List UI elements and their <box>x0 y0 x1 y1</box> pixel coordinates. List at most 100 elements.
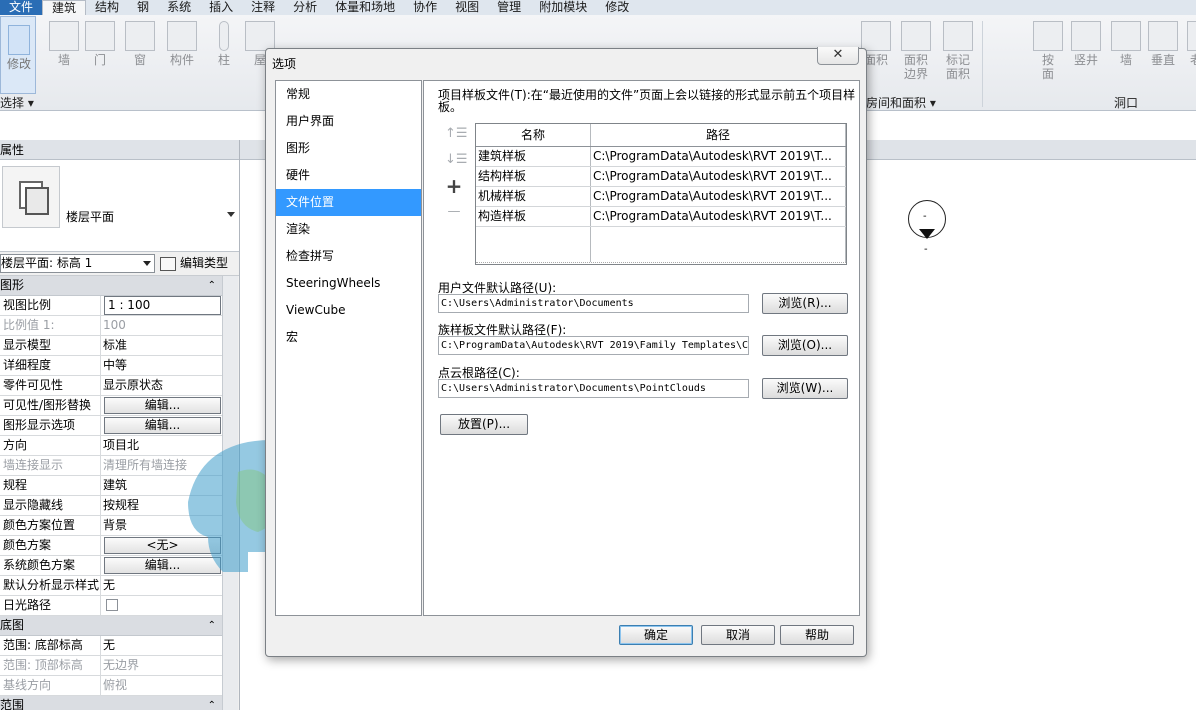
property-row[interactable]: 颜色方案位置 背景 <box>0 516 222 536</box>
property-row[interactable]: 可见性/图形替换 编辑... <box>0 396 222 416</box>
template-row[interactable]: 构造样板 C:\ProgramData\Autodesk\RVT 2019\T..… <box>476 207 846 227</box>
dormer-tool[interactable]: 老 <box>1176 17 1196 67</box>
property-row[interactable]: 范围: 顶部标高 无边界 <box>0 656 222 676</box>
property-name: 默认分析显示样式 <box>0 576 101 595</box>
edit-type-button[interactable]: 编辑类型 <box>160 254 228 273</box>
template-row[interactable]: 结构样板 C:\ProgramData\Autodesk\RVT 2019\T..… <box>476 167 846 187</box>
browse-family-path-button[interactable]: 浏览(O)... <box>762 335 848 356</box>
column-tool[interactable]: 柱 <box>204 17 244 67</box>
menu-structure[interactable]: 结构 <box>86 0 128 15</box>
help-button[interactable]: 帮助 <box>780 625 854 645</box>
close-button[interactable]: ✕ <box>817 47 859 65</box>
window-tool[interactable]: 窗 <box>120 17 160 67</box>
area-boundary-tool[interactable]: 面积 边界 <box>896 17 936 81</box>
modify-tool[interactable]: 修改 <box>0 16 36 94</box>
browse-user-path-button[interactable]: 浏览(R)... <box>762 293 848 314</box>
column-path-header[interactable]: 路径 <box>591 124 846 146</box>
nav-item[interactable]: 宏 <box>276 324 421 351</box>
template-row[interactable]: 建筑样板 C:\ProgramData\Autodesk\RVT 2019\T..… <box>476 147 846 167</box>
column-label: 柱 <box>217 53 230 67</box>
family-template-path-field[interactable]: C:\ProgramData\Autodesk\RVT 2019\Family … <box>438 336 749 355</box>
section-graphics[interactable]: 图形 ⌃ <box>0 276 222 296</box>
property-row[interactable]: 系统颜色方案 编辑... <box>0 556 222 576</box>
menu-manage[interactable]: 管理 <box>488 0 530 15</box>
places-button[interactable]: 放置(P)... <box>440 414 528 435</box>
shaft-tool[interactable]: 竖井 <box>1066 17 1106 67</box>
template-row[interactable]: 机械样板 C:\ProgramData\Autodesk\RVT 2019\T..… <box>476 187 846 207</box>
ok-button[interactable]: 确定 <box>619 625 693 645</box>
instance-selector[interactable]: 楼层平面: 标高 1 <box>0 254 155 273</box>
nav-item[interactable]: 检查拼写 <box>276 243 421 270</box>
property-name: 图形显示选项 <box>0 416 101 435</box>
remove-icon[interactable]: — <box>445 203 463 221</box>
level-marker-icon[interactable] <box>908 200 946 239</box>
browse-cloud-path-button[interactable]: 浏览(W)... <box>762 378 848 399</box>
move-up-icon[interactable]: ↑☰ <box>445 125 468 143</box>
room-area-panel-label[interactable]: 房间和面积 ▾ <box>866 94 936 111</box>
nav-item[interactable]: SteeringWheels <box>276 270 421 297</box>
nav-item[interactable]: 硬件 <box>276 162 421 189</box>
property-input[interactable]: 1 : 100 <box>104 296 221 315</box>
menu-systems[interactable]: 系统 <box>158 0 200 15</box>
property-row[interactable]: 方向 项目北 <box>0 436 222 456</box>
property-row[interactable]: 视图比例 1 : 100 <box>0 296 222 316</box>
cancel-button[interactable]: 取消 <box>701 625 775 645</box>
nav-item[interactable]: 图形 <box>276 135 421 162</box>
column-name-header[interactable]: 名称 <box>476 124 591 146</box>
property-row[interactable]: 基线方向 俯视 <box>0 676 222 696</box>
property-row[interactable]: 日光路径 <box>0 596 222 616</box>
menu-architecture[interactable]: 建筑 <box>42 0 87 15</box>
nav-item[interactable]: ViewCube <box>276 297 421 324</box>
menu-view[interactable]: 视图 <box>446 0 488 15</box>
menu-massing-site[interactable]: 体量和场地 <box>326 0 404 15</box>
menu-collaborate[interactable]: 协作 <box>404 0 446 15</box>
menu-insert[interactable]: 插入 <box>200 0 242 15</box>
properties-scrollbar[interactable] <box>222 276 238 710</box>
add-icon[interactable]: + <box>445 176 463 196</box>
property-edit-button[interactable]: 编辑... <box>104 557 221 574</box>
property-row[interactable]: 比例值 1: 100 <box>0 316 222 336</box>
wall-opening-tool[interactable]: 墙 <box>1106 17 1146 67</box>
chevron-down-icon[interactable] <box>227 212 235 217</box>
point-cloud-path-field[interactable]: C:\Users\Administrator\Documents\PointCl… <box>438 379 749 398</box>
property-row[interactable]: 默认分析显示样式无 <box>0 576 222 596</box>
property-edit-button[interactable]: <无> <box>104 537 221 554</box>
type-selector[interactable]: 楼层平面 <box>0 160 239 252</box>
by-face-tool[interactable]: 按 面 <box>1028 17 1068 81</box>
menu-file[interactable]: 文件 <box>0 0 43 15</box>
property-row[interactable]: 颜色方案 <无> <box>0 536 222 556</box>
move-down-icon[interactable]: ↓☰ <box>445 151 468 169</box>
property-edit-button[interactable]: 编辑... <box>104 397 221 414</box>
property-checkbox[interactable] <box>106 599 118 611</box>
property-row[interactable]: 规程 建筑 <box>0 476 222 496</box>
property-row[interactable]: 零件可见性 显示原状态 <box>0 376 222 396</box>
property-row[interactable]: 显示模型 标准 <box>0 336 222 356</box>
property-edit-button[interactable]: 编辑... <box>104 417 221 434</box>
section-extents[interactable]: 范围 ⌃ <box>0 696 222 710</box>
template-path-cell: C:\ProgramData\Autodesk\RVT 2019\T... <box>591 147 846 166</box>
user-path-field[interactable]: C:\Users\Administrator\Documents <box>438 294 749 313</box>
property-row[interactable]: 显示隐藏线 按规程 <box>0 496 222 516</box>
property-row[interactable]: 图形显示选项 编辑... <box>0 416 222 436</box>
section-underlay[interactable]: 底图 ⌃ <box>0 616 222 636</box>
wall-label: 墙 <box>57 53 70 67</box>
nav-item[interactable]: 用户界面 <box>276 108 421 135</box>
wall-tool[interactable]: 墙 <box>44 17 84 67</box>
property-row[interactable]: 详细程度 中等 <box>0 356 222 376</box>
menu-steel[interactable]: 钢 <box>128 0 158 15</box>
menu-addins[interactable]: 附加模块 <box>530 0 596 15</box>
property-row[interactable]: 墙连接显示 清理所有墙连接 <box>0 456 222 476</box>
menu-analyze[interactable]: 分析 <box>284 0 326 15</box>
property-value: 无边界 <box>103 658 140 672</box>
nav-item[interactable]: 常规 <box>276 81 421 108</box>
nav-item[interactable]: 渲染 <box>276 216 421 243</box>
property-row[interactable]: 范围: 底部标高无 <box>0 636 222 656</box>
select-panel-label[interactable]: 选择 ▾ <box>0 94 34 111</box>
component-tool[interactable]: 构件 <box>162 17 202 67</box>
template-empty-row[interactable] <box>476 227 846 263</box>
door-tool[interactable]: 门 <box>80 17 120 67</box>
tag-area-tool[interactable]: 标记 面积 <box>938 17 978 81</box>
nav-item[interactable]: 文件位置 <box>276 189 421 216</box>
menu-modify[interactable]: 修改 <box>596 0 638 15</box>
menu-annotate[interactable]: 注释 <box>242 0 284 15</box>
